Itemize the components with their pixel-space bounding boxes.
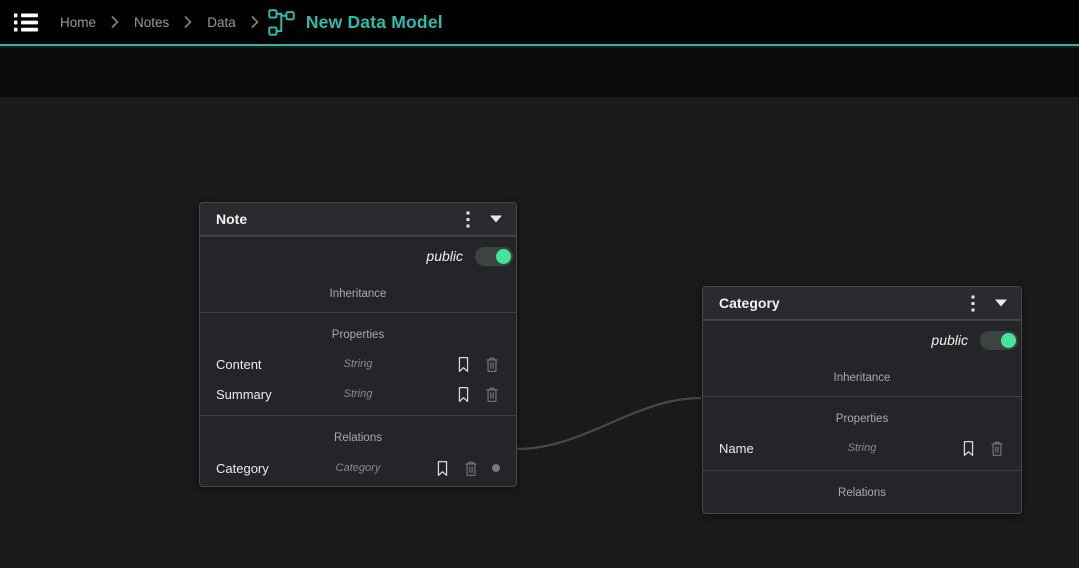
list-menu-icon <box>14 11 40 34</box>
public-label: public <box>931 332 968 348</box>
node-header: Note <box>200 203 516 236</box>
breadcrumb-home[interactable]: Home <box>60 15 96 30</box>
node-card-note[interactable]: Note public Inheritance Properties Conte… <box>199 202 517 487</box>
delete-button[interactable] <box>989 440 1005 457</box>
relations-label: Relations <box>703 471 1021 501</box>
menu-button[interactable] <box>12 5 50 39</box>
kebab-menu-button[interactable] <box>466 211 470 228</box>
property-row: Content String <box>200 349 516 379</box>
property-type[interactable]: String <box>344 388 373 400</box>
property-name[interactable]: Name <box>719 441 754 456</box>
chevron-right-icon <box>251 16 259 28</box>
node-title: Category <box>719 295 780 311</box>
relations-section: Relations Category Category <box>200 415 516 486</box>
properties-label: Properties <box>200 313 516 343</box>
property-name[interactable]: Content <box>216 357 262 372</box>
properties-section: Properties Content String Summary String <box>200 312 516 415</box>
property-type[interactable]: String <box>848 442 877 454</box>
bookmark-button[interactable] <box>961 440 976 457</box>
collapse-caret-button[interactable] <box>995 299 1007 307</box>
property-row: Summary String <box>200 379 516 409</box>
node-general-section: public Inheritance <box>200 236 516 312</box>
relation-connector-port[interactable] <box>492 464 500 472</box>
toggle-knob <box>1001 333 1016 348</box>
node-header: Category <box>703 287 1021 320</box>
node-title: Note <box>216 211 247 227</box>
node-general-section: public Inheritance <box>703 320 1021 396</box>
bookmark-button[interactable] <box>456 356 471 373</box>
toggle-knob <box>496 249 511 264</box>
chevron-right-icon <box>111 16 119 28</box>
relations-label: Relations <box>200 416 516 446</box>
collapse-caret-button[interactable] <box>490 215 502 223</box>
breadcrumb: Home Notes Data <box>60 15 259 30</box>
delete-button[interactable] <box>484 386 500 403</box>
public-toggle[interactable] <box>980 331 1018 350</box>
page-title: New Data Model <box>306 12 443 33</box>
properties-section: Properties Name String <box>703 396 1021 470</box>
data-model-schema-icon <box>268 9 295 36</box>
inheritance-label: Inheritance <box>200 268 516 302</box>
delete-button[interactable] <box>484 356 500 373</box>
public-label: public <box>426 248 463 264</box>
relation-type[interactable]: Category <box>336 462 381 474</box>
top-bar: Home Notes Data New Data Model <box>0 0 1079 46</box>
node-card-category[interactable]: Category public Inheritance Properties N… <box>702 286 1022 514</box>
delete-button[interactable] <box>463 460 479 477</box>
bookmark-button[interactable] <box>435 460 450 477</box>
properties-label: Properties <box>703 397 1021 427</box>
breadcrumb-data[interactable]: Data <box>207 15 236 30</box>
property-type[interactable]: String <box>344 358 373 370</box>
inheritance-label: Inheritance <box>703 352 1021 386</box>
bookmark-button[interactable] <box>456 386 471 403</box>
relation-row: Category Category <box>200 453 516 483</box>
toolbar-strip <box>0 48 1079 97</box>
property-name[interactable]: Summary <box>216 387 272 402</box>
public-toggle[interactable] <box>475 247 513 266</box>
property-row: Name String <box>703 433 1021 463</box>
relation-name[interactable]: Category <box>216 461 269 476</box>
breadcrumb-notes[interactable]: Notes <box>134 15 169 30</box>
chevron-right-icon <box>184 16 192 28</box>
relations-section: Relations <box>703 470 1021 513</box>
kebab-menu-button[interactable] <box>971 295 975 312</box>
